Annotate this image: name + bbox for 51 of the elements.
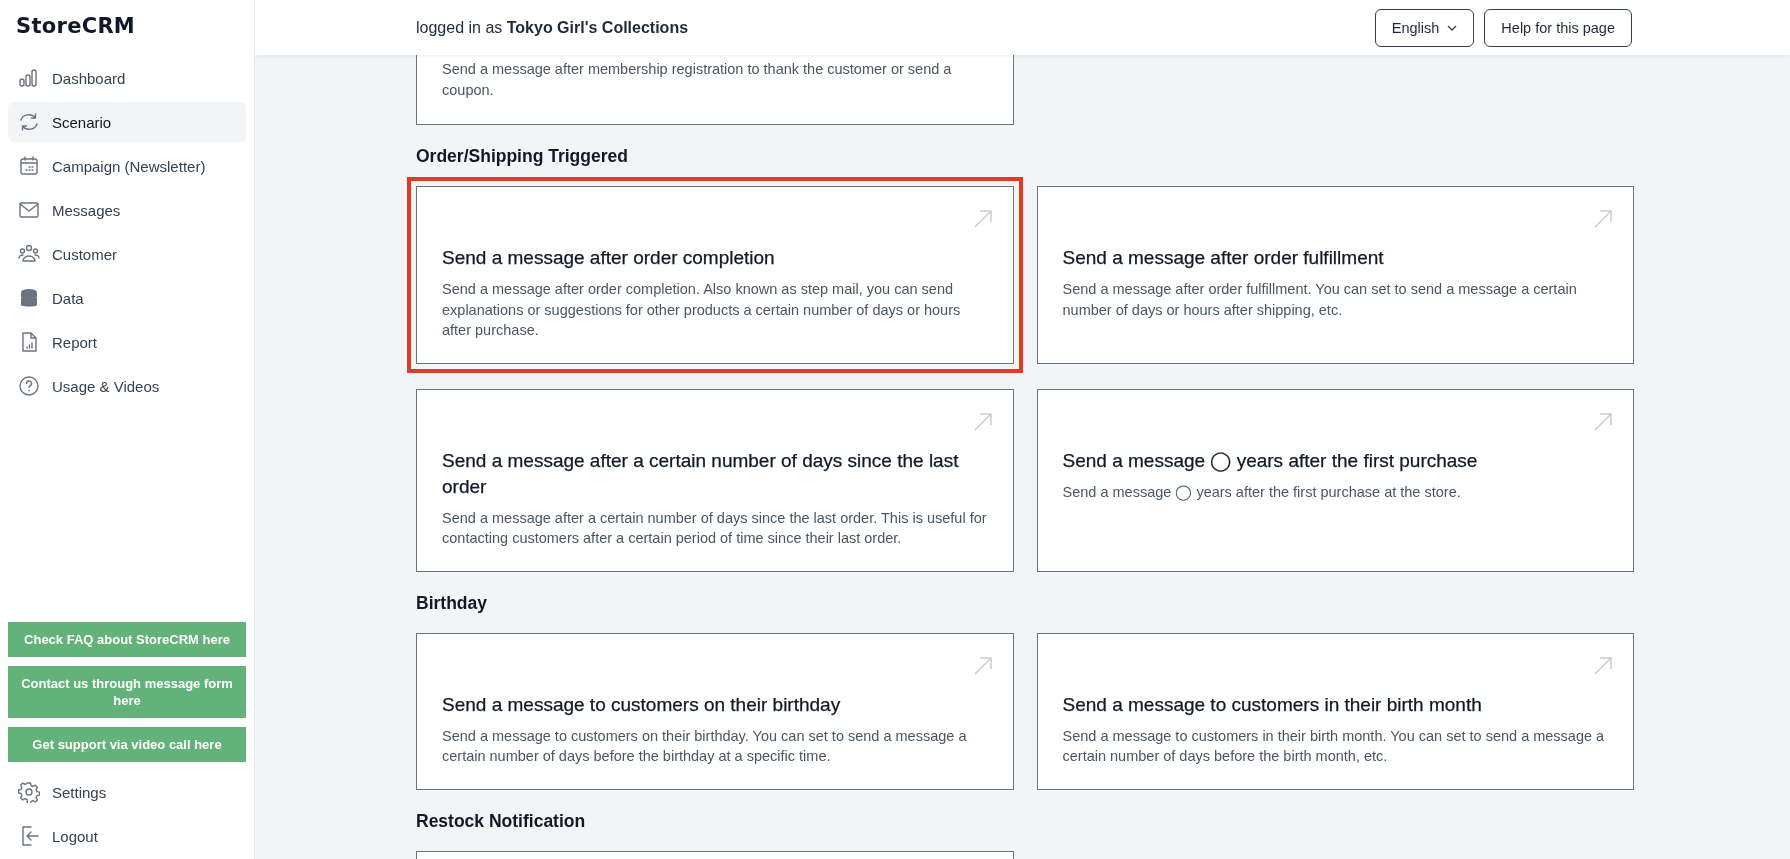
arrow-up-right-icon	[972, 411, 993, 432]
scenario-card[interactable]: Send a message after order fulfillment Send a message after order fulfillment. You can set to send a message a certain number of days or hours after shipping, etc.	[1036, 186, 1634, 364]
card-title: Send a message to customers in their birth month	[1062, 692, 1483, 717]
nav-icon	[18, 199, 40, 221]
section-heading: Order/Shipping Triggered	[416, 145, 629, 167]
card-description: Send a message to customers in their birth month. You can set to send a message a certain number of days before the birth month, etc.	[1062, 726, 1606, 766]
nav-item[interactable]: Report	[8, 322, 246, 362]
card-title: Send a message ◯ years after the first purchase	[1062, 448, 1479, 474]
card-title: Send a message after order fulfillment	[1062, 246, 1385, 270]
nav-item[interactable]: Scenario	[8, 102, 246, 142]
scenario-card[interactable]	[416, 388, 1014, 572]
section-heading: Birthday	[416, 591, 488, 614]
nav-item[interactable]: Data	[8, 278, 246, 318]
nav-item[interactable]: Dashboard	[8, 58, 246, 98]
card-title: Send a message to customers on their birthday	[442, 692, 842, 717]
scenario-card[interactable]: Send a message ◯ years after the first purchase Send a message ◯ years after the first purchase at the store.	[1036, 388, 1634, 572]
card-description: Send a message after order completion. Also known as step mail, you can send explanations or suggestions for other products a certain number of days or hours after purchase.	[442, 280, 962, 340]
arrow-up-right-icon	[972, 655, 993, 676]
scenario-card[interactable]: Send a message to customers in their birth month Send a message to customers in their birth month. You can set to send a message a certain number of days before the birth month, etc.	[1036, 632, 1634, 790]
card-description: Send a message to customers on their birthday. You can set to send a message a certain number of days before the birthday at a specific time.	[442, 726, 968, 766]
arrow-up-right-icon	[1593, 411, 1613, 432]
nav-icon	[18, 375, 40, 397]
app-logo: StoreCRM	[15, 13, 136, 40]
login-status-text: logged in as Tokyo Girl's Collections	[416, 18, 690, 37]
arrow-up-right-icon	[972, 209, 993, 229]
section-heading: Restock Notification	[416, 809, 587, 832]
nav-item[interactable]: Customer	[8, 234, 246, 274]
card-description: Send a message after a certain number of days since the last order. This is useful for contacting customers after a certain period of time since their last order.	[442, 508, 988, 548]
nav-icon	[18, 111, 40, 133]
card-description: Send a message after membership registration to thank the customer or send a coupon.	[442, 60, 953, 100]
scenario-card[interactable]: Send a message to customers on their birthday Send a message to customers on their birthday. You can set to send a message a certain number of days before the birthday at a specific time.	[416, 632, 1014, 790]
card-description: Send a message ◯ years after the first purchase at the store.	[1062, 482, 1462, 502]
arrow-up-right-icon	[1593, 209, 1613, 229]
scenario-card[interactable]: Send a message after membership registration to thank the customer or send a coupon.	[416, 55, 1014, 125]
nav-icon	[18, 155, 40, 177]
scenario-card[interactable]	[416, 850, 1014, 859]
settings-icon	[18, 781, 40, 803]
help-button[interactable]: Help for this page	[1484, 8, 1632, 47]
card-title: Send a message after a certain number of days since the last order	[442, 448, 960, 499]
card-title: Send a message after order completion	[442, 246, 776, 270]
nav-item[interactable]: Campaign (Newsletter)	[8, 146, 246, 186]
nav-item[interactable]: Usage & Videos	[8, 366, 246, 406]
nav-item[interactable]: Logout	[8, 816, 246, 856]
nav-item[interactable]: Settings	[8, 772, 246, 812]
card-description: Send a message after order fulfillment. You can set to send a message a certain number of days or hours after shipping, etc.	[1062, 280, 1578, 320]
nav-item[interactable]: Messages	[8, 190, 246, 230]
nav-icon	[18, 287, 40, 309]
language-dropdown[interactable]: English	[1374, 8, 1475, 47]
nav-icon	[18, 243, 40, 265]
nav-icon	[18, 67, 40, 89]
arrow-up-right-icon	[1593, 655, 1613, 676]
